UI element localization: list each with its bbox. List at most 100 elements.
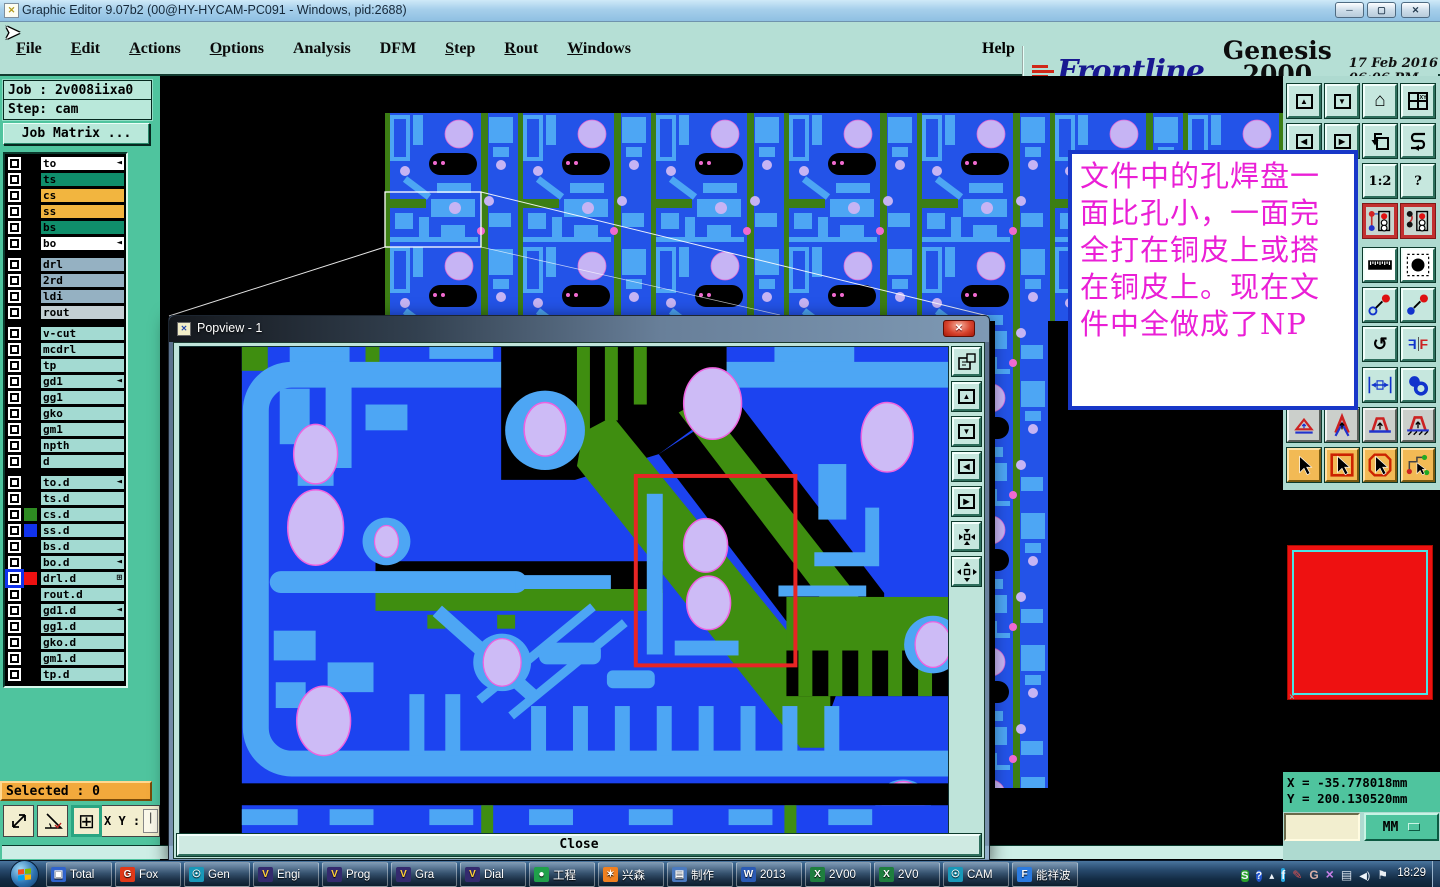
tray-pen-icon[interactable]: ✎ [1292, 866, 1302, 884]
layer-row-gm1.d[interactable]: gm1.d [5, 651, 126, 667]
popview-fit-in-button[interactable] [952, 522, 981, 551]
taskbar-item-能祥波[interactable]: F 能祥波 [1012, 862, 1078, 887]
layer-color-swatch[interactable] [24, 572, 37, 585]
layer-visibility-checkbox[interactable] [8, 274, 21, 287]
layer-row-ldi[interactable]: ldi [5, 289, 126, 305]
tray-help-icon[interactable]: ? [1255, 866, 1263, 884]
layer-visibility-checkbox[interactable] [8, 524, 21, 537]
taskbar-item-2V0[interactable]: X 2V0 [874, 862, 940, 887]
layer-row-to[interactable]: to ◄ [5, 156, 126, 172]
overview-viewport[interactable]: × [1287, 545, 1433, 703]
layer-name-label[interactable]: rout [40, 305, 125, 320]
unit-value-box[interactable] [1284, 813, 1360, 841]
shape-copy-button[interactable] [1401, 368, 1435, 402]
maximize-button[interactable]: ▢ [1367, 2, 1396, 18]
layer-name-label[interactable]: ldi [40, 289, 125, 304]
snap-filled-button[interactable] [1401, 288, 1435, 322]
layer-visibility-checkbox[interactable] [8, 636, 21, 649]
taskbar-item-Total[interactable]: ▣ Total [46, 862, 112, 887]
layer-color-swatch[interactable] [24, 508, 37, 521]
units-button[interactable]: MM [1364, 813, 1439, 841]
pcb-panel-strip[interactable] [995, 315, 1048, 788]
layer-row-ts.d[interactable]: ts.d [5, 491, 126, 507]
popview-view-up-button[interactable]: ▲ [952, 382, 981, 411]
layer-visibility-checkbox[interactable] [8, 327, 21, 340]
layer-row-gko.d[interactable]: gko.d [5, 635, 126, 651]
layer-name-label[interactable]: gg1 [40, 390, 125, 405]
layer-visibility-checkbox[interactable] [8, 572, 21, 585]
layer-visibility-checkbox[interactable] [8, 391, 21, 404]
layer-visibility-checkbox[interactable] [8, 306, 21, 319]
profile-a-button[interactable] [1287, 408, 1321, 442]
layer-row-bs[interactable]: bs [5, 220, 126, 236]
layer-visibility-checkbox[interactable] [8, 205, 21, 218]
layer-color-swatch[interactable] [24, 524, 37, 537]
job-matrix-button[interactable]: Job Matrix ... [3, 123, 150, 145]
select-poly-button[interactable] [1363, 448, 1397, 482]
minimize-button[interactable]: ─ [1335, 2, 1364, 18]
layer-visibility-checkbox[interactable] [8, 652, 21, 665]
layer-name-label[interactable]: rout.d [40, 587, 125, 602]
layer-visibility-checkbox[interactable] [8, 439, 21, 452]
layer-name-label[interactable]: 2rd [40, 273, 125, 288]
ruler-measure-button[interactable] [1363, 248, 1397, 282]
layer-name-label[interactable]: gd1.d ◄ [40, 603, 125, 618]
layer-name-label[interactable]: mcdrl [40, 342, 125, 357]
profile-b-button[interactable] [1325, 408, 1359, 442]
split-xy-button[interactable]: XY [1401, 84, 1435, 118]
layer-visibility-checkbox[interactable] [8, 668, 21, 681]
scale-1-2-button[interactable]: 1:2 [1363, 164, 1397, 198]
layer-row-gd1[interactable]: gd1 ◄ [5, 374, 126, 390]
layer-name-label[interactable]: gm1.d [40, 651, 125, 666]
taskbar-item-Prog[interactable]: V Prog [322, 862, 388, 887]
layer-visibility-checkbox[interactable] [8, 375, 21, 388]
layer-name-label[interactable]: drl.d ⊞ [40, 571, 125, 586]
popview-pan-left-button[interactable]: ◀ [952, 452, 981, 481]
window-titlebar[interactable]: ✕ Graphic Editor 9.07b2 (00@HY-HYCAM-PC0… [0, 0, 1440, 22]
layer-visibility-checkbox[interactable] [8, 359, 21, 372]
layer-visibility-checkbox[interactable] [8, 189, 21, 202]
layer-visibility-checkbox[interactable] [8, 588, 21, 601]
profile-d-button[interactable] [1401, 408, 1435, 442]
menu-item-dfm[interactable]: DFM [380, 40, 416, 58]
layer-name-label[interactable]: tp [40, 358, 125, 373]
layer-name-label[interactable]: gd1 ◄ [40, 374, 125, 389]
popview-close-icon[interactable]: ✕ [943, 320, 975, 337]
tray-gmark-icon[interactable]: G [1309, 866, 1318, 884]
layer-row-tp[interactable]: tp [5, 358, 126, 374]
layer-row-bo[interactable]: bo ◄ [5, 236, 126, 252]
popview-window-copy-button[interactable] [952, 347, 981, 376]
layer-name-label[interactable]: gko [40, 406, 125, 421]
taskbar-item-兴森[interactable]: ✶ 兴森 [598, 862, 664, 887]
layer-row-gm1[interactable]: gm1 [5, 422, 126, 438]
pad-select-b-button[interactable] [1401, 204, 1435, 238]
layer-visibility-checkbox[interactable] [8, 157, 21, 170]
layer-visibility-checkbox[interactable] [8, 492, 21, 505]
popview-fit-out-button[interactable] [952, 557, 981, 586]
popview-view-down-button[interactable]: ▼ [952, 417, 981, 446]
layer-row-rout[interactable]: rout [5, 305, 126, 321]
layer-row-gko[interactable]: gko [5, 406, 126, 422]
layer-row-cs[interactable]: cs [5, 188, 126, 204]
menu-item-step[interactable]: Step [445, 40, 475, 58]
taskbar-item-制作[interactable]: ▤ 制作 [667, 862, 733, 887]
layer-visibility-checkbox[interactable] [8, 407, 21, 420]
layer-row-bo.d[interactable]: bo.d ◄ [5, 555, 126, 571]
layer-row-cs.d[interactable]: cs.d [5, 507, 126, 523]
grid-window-button[interactable]: ⊞ [71, 805, 102, 837]
layer-row-gd1.d[interactable]: gd1.d ◄ [5, 603, 126, 619]
close-button[interactable]: ✕ [1401, 2, 1430, 18]
layer-name-label[interactable]: to.d ◄ [40, 475, 125, 490]
layer-visibility-checkbox[interactable] [8, 476, 21, 489]
layer-name-label[interactable]: gko.d [40, 635, 125, 650]
pad-select-a-button[interactable] [1363, 204, 1397, 238]
taskbar-item-Dial[interactable]: V Dial [460, 862, 526, 887]
layer-name-label[interactable]: bo.d ◄ [40, 555, 125, 570]
layer-row-d[interactable]: d [5, 454, 126, 470]
tray-volume-icon[interactable]: ◀) [1359, 866, 1370, 884]
fit-screen-button[interactable]: ▼ [1325, 84, 1359, 118]
tray-xmark-icon[interactable]: × [1326, 866, 1334, 884]
start-button[interactable] [10, 860, 39, 887]
popview-canvas[interactable] [179, 346, 949, 834]
taskbar-item-2V00[interactable]: X 2V00 [805, 862, 871, 887]
